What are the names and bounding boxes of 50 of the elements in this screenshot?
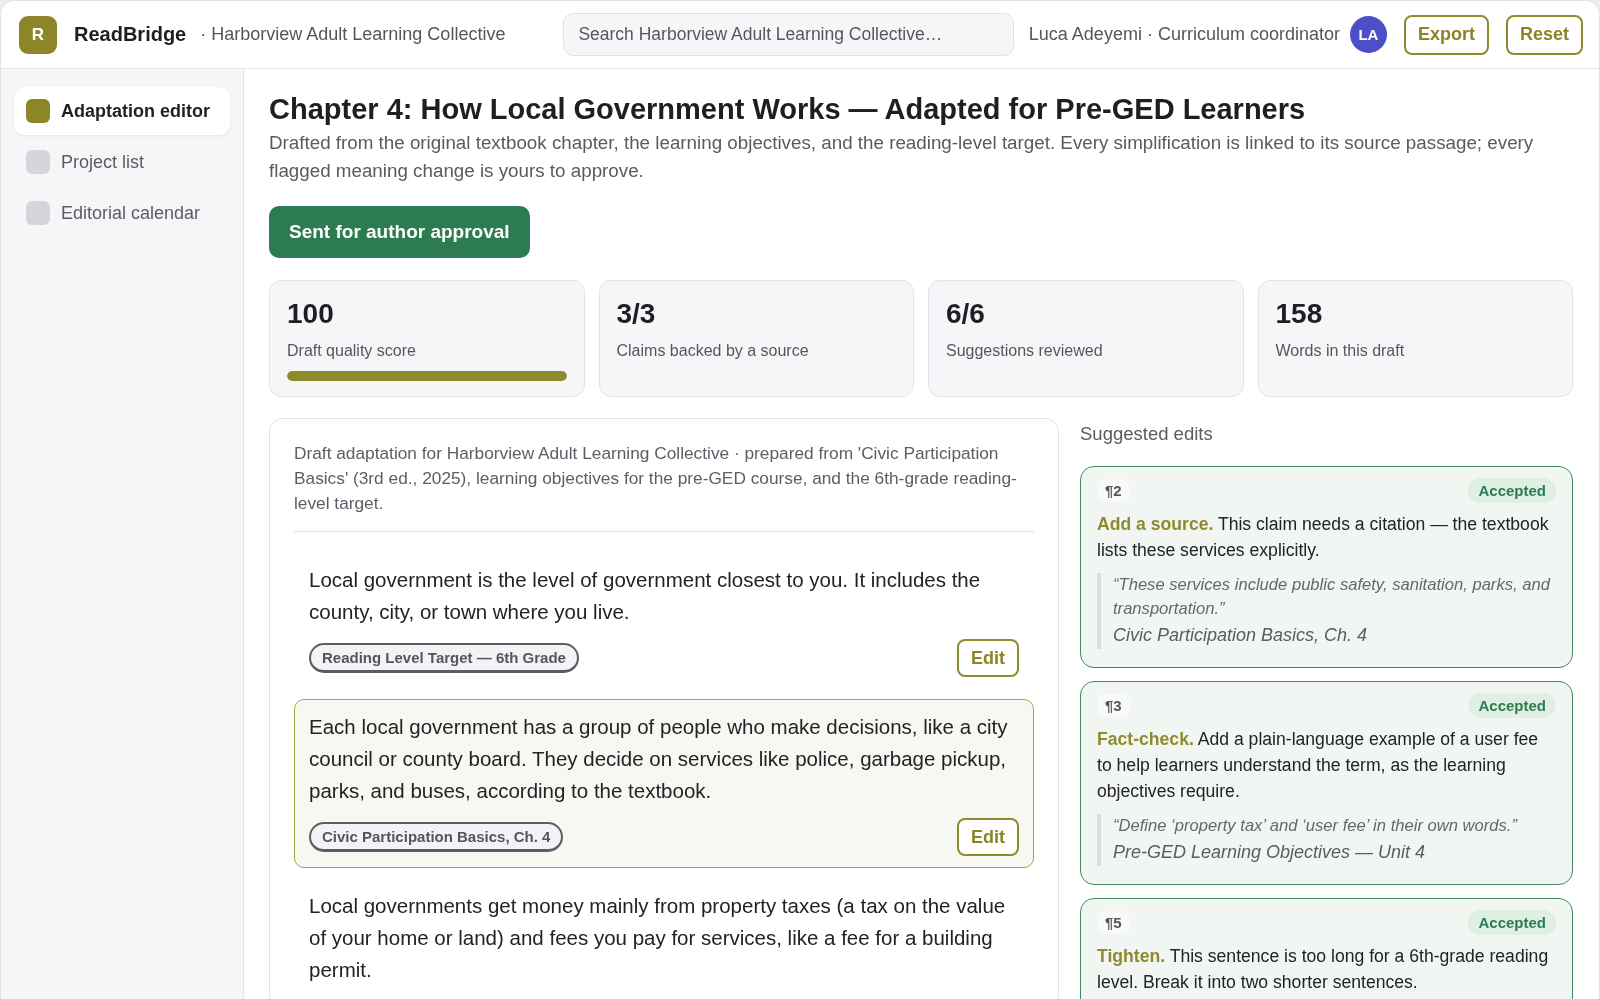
quote-source: Civic Participation Basics, Ch. 4: [1113, 624, 1369, 647]
user-name: Luca Adeyemi · Curriculum coordinator: [1028, 24, 1340, 45]
section-heading: Suggested edits: [1080, 422, 1213, 446]
app-name: ReadBridge: [74, 23, 187, 46]
draft-intro: Draft adaptation for Harborview Adult Learning Collective · prepared from 'Civic Participation Basics' (3rd ed., 2025), learning objectives for the pre-GED course, and the 6th-grade reading-level target.: [294, 442, 1018, 515]
stat-value: 3/3: [616, 297, 657, 331]
edit-button[interactable]: Edit: [957, 639, 1019, 677]
quote-text: “These services include public safety, sanitation, parks, and transportation.”: [1113, 574, 1552, 620]
source-tag: Civic Participation Basics, Ch. 4: [309, 822, 564, 852]
user-avatar: LA: [1349, 16, 1387, 53]
paragraph-text: Local government is the level of government closest to you. It includes the county, city, or town where you live.: [309, 567, 982, 625]
stat-value: 100: [287, 297, 335, 331]
paragraph-ref: ¶3: [1097, 694, 1130, 717]
quote-text: “Define ‘property tax’ and ‘user fee’ in their own words.”: [1113, 815, 1519, 837]
stat-value: 6/6: [946, 297, 986, 331]
source-tag: Reading Level Target — 6th Grade: [309, 643, 579, 673]
header-button[interactable]: Reset: [1505, 14, 1583, 55]
paragraph-ref: ¶5: [1097, 911, 1130, 934]
suggestion-text: Fact-check. Add a plain-language example of a user fee to help learners understand the term, as the learning objectives require.: [1097, 728, 1540, 803]
suggestion-text: Tighten. This sentence is too long for a 6th-grade reading level. Break it into two shorter sentences.: [1097, 945, 1550, 994]
status-button[interactable]: Sent for author approval: [269, 206, 530, 258]
page-title: Chapter 4: How Local Government Works — Adapted for Pre-GED Learners: [269, 92, 1307, 127]
sidebar-item[interactable]: Adaptation editor: [14, 87, 230, 135]
stat-label: Words in this draft: [1275, 341, 1406, 361]
stat-value: 158: [1275, 297, 1324, 331]
square-icon: [26, 201, 50, 225]
paragraph-block[interactable]: Local governments get money mainly from property taxes (a tax on the value of your home or land) and fees you pay for services, like a fee for a building permit.: [294, 878, 1034, 998]
paragraph-ref: ¶2: [1097, 479, 1130, 502]
search-field[interactable]: Search Harborview Adult Learning Collective…: [563, 13, 1015, 56]
status-tag: Accepted: [1468, 478, 1556, 503]
status-tag: Accepted: [1468, 910, 1556, 935]
status-tag: Accepted: [1468, 693, 1556, 718]
square-icon: [26, 150, 50, 174]
paragraph-text: Local governments get money mainly from property taxes (a tax on the value of your home or land) and fees you pay for services, like a fee for a building permit.: [309, 893, 1007, 983]
stat-label: Claims backed by a source: [616, 341, 810, 361]
app-logo: R: [19, 15, 57, 54]
suggestion-text: Add a source. This claim needs a citation — the textbook lists these services explicitly.: [1097, 513, 1550, 562]
paragraph-text: Each local government has a group of people who make decisions, like a city council or county board. They decide on services like police, garbage pickup, parks, and buses, according to the textbook.: [309, 714, 1009, 804]
stat-label: Draft quality score: [287, 341, 417, 361]
header-button[interactable]: Export: [1403, 14, 1489, 55]
quote-source: Pre-GED Learning Objectives — Unit 4: [1113, 841, 1427, 864]
page-description: Drafted from the original textbook chapter, the learning objectives, and the reading-level target. Every simplification is linked to its source passage; every flagged meaning change is yours to approve.: [269, 131, 1535, 183]
paragraph-block[interactable]: [294, 699, 1034, 868]
edit-button[interactable]: Edit: [957, 818, 1019, 856]
paragraph-block[interactable]: Local government is the level of government closest to you. It includes the county, city, or town where you live. Reading Level Target — 6th Grade Edit: [294, 552, 1034, 689]
square-icon: [26, 99, 50, 123]
stat-label: Suggestions reviewed: [946, 341, 1104, 361]
workspace-name: · Harborview Adult Learning Collective: [200, 24, 506, 45]
sidebar-item[interactable]: Editorial calendar: [14, 189, 230, 237]
sidebar-item[interactable]: Project list: [14, 138, 230, 186]
